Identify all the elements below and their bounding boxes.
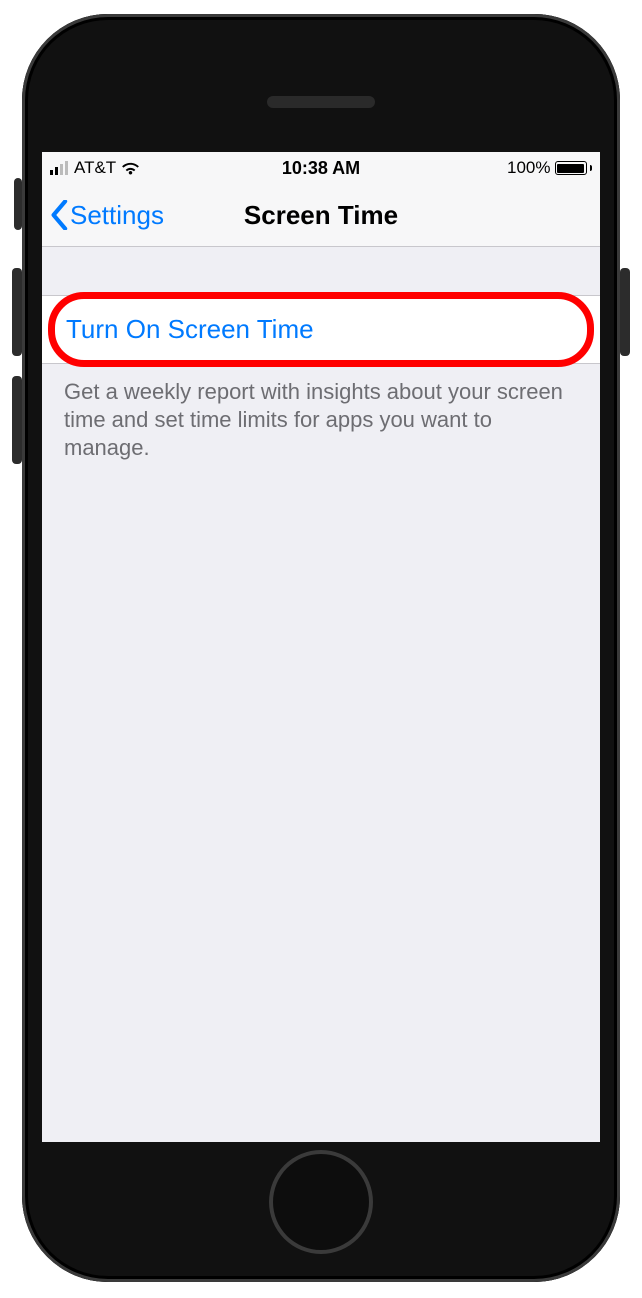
volume-down-button: [12, 376, 22, 464]
home-button[interactable]: [269, 1150, 373, 1254]
phone-speaker: [267, 96, 375, 108]
battery-icon: [555, 161, 593, 175]
battery-percent-label: 100%: [507, 158, 550, 178]
back-button-label: Settings: [70, 200, 164, 231]
navigation-bar: Settings Screen Time: [42, 184, 600, 247]
turn-on-screen-time-cell[interactable]: Turn On Screen Time: [42, 295, 600, 364]
carrier-label: AT&T: [74, 158, 116, 178]
page-title: Screen Time: [244, 200, 398, 231]
power-button: [620, 268, 630, 356]
back-button[interactable]: Settings: [42, 200, 164, 231]
mute-switch: [14, 178, 22, 230]
section-footer-text: Get a weekly report with insights about …: [42, 364, 600, 462]
turn-on-screen-time-label: Turn On Screen Time: [66, 314, 314, 344]
chevron-left-icon: [50, 200, 68, 230]
signal-strength-icon: [50, 161, 68, 175]
status-bar: AT&T 10:38 AM 100%: [42, 152, 600, 184]
status-time: 10:38 AM: [282, 158, 360, 179]
volume-up-button: [12, 268, 22, 356]
wifi-icon: [120, 160, 141, 176]
screen: AT&T 10:38 AM 100% Settings Screen Time …: [42, 152, 600, 1142]
content-area: Turn On Screen Time Get a weekly report …: [42, 247, 600, 1142]
